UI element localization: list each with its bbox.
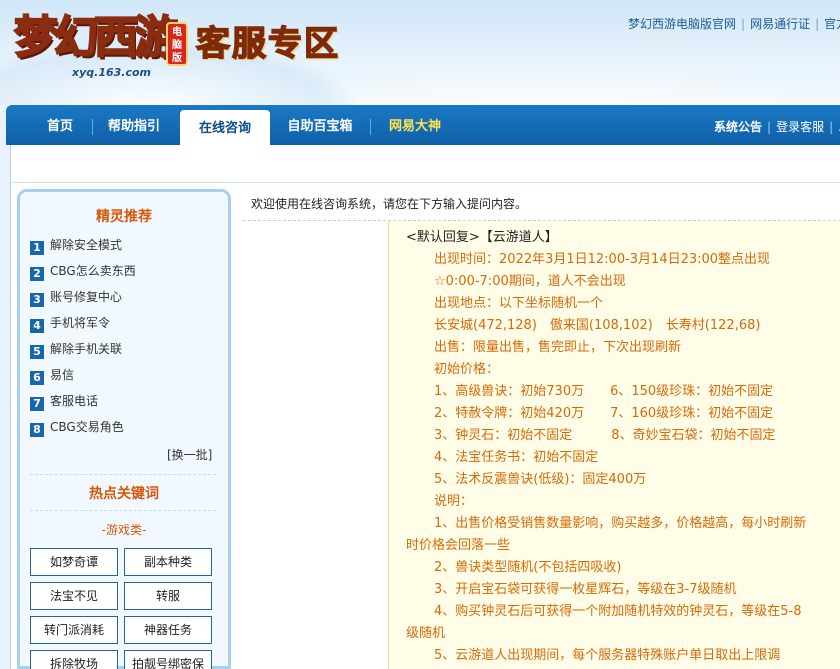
logo-url: xyq.163.com — [72, 66, 151, 79]
keyword-button[interactable]: 转服 — [124, 582, 212, 610]
recommend-item[interactable]: 8 CBG交易角色 — [30, 414, 228, 440]
top-links: 梦幻西游电脑版官网 | 网易通行证 | 官方 — [628, 15, 840, 32]
keyword-button[interactable]: 神器任务 — [124, 616, 212, 644]
nav-item-home[interactable]: 首页 — [28, 105, 92, 145]
logo-text: 梦幻西游 — [13, 11, 179, 64]
keyword-button[interactable]: 副本种类 — [124, 548, 212, 576]
recommend-item[interactable]: 2 CBG怎么卖东西 — [30, 258, 228, 284]
reply-line: 4、购买钟灵石后可获得一个附加随机特效的钟灵石，等级在5-8级随机 — [406, 604, 802, 641]
nav-divider — [92, 119, 93, 135]
recommend-item-label: 解除安全模式 — [50, 238, 123, 252]
header-cloud-decoration — [250, 60, 840, 105]
reply-line: 出现地点：以下坐标随机一个 — [434, 296, 604, 311]
game-logo[interactable]: 梦幻西游 电脑版 xyq.163.com — [13, 8, 190, 79]
recommend-item[interactable]: 5 解除手机关联 — [30, 336, 228, 362]
item-number: 1 — [30, 241, 44, 255]
recommend-title: 精灵推荐 — [96, 209, 152, 225]
recommend-item-label: 易信 — [50, 368, 75, 382]
top-link-official-site[interactable]: 梦幻西游电脑版官网 — [628, 17, 736, 31]
item-number: 8 — [30, 423, 44, 437]
reply-line: 5、云游道人出现期间，每个服务器特殊账户单日取出上限调 — [434, 648, 781, 663]
welcome-text: 欢迎使用在线咨询系统，请您在下方输入提问内容。 — [251, 197, 528, 211]
recommend-item-label: 解除手机关联 — [50, 342, 123, 356]
keyword-button[interactable]: 转门派消耗 — [30, 616, 118, 644]
keyword-button[interactable]: 拆除牧场 — [30, 650, 118, 669]
refresh-link[interactable]: [换一批] — [167, 446, 212, 463]
reply-line: 3、开启宝石袋可获得一枚星辉石，等级在3-7级随机 — [434, 582, 737, 597]
sidebar: 精灵推荐 1 解除安全模式 2 CBG怎么卖东西 3 账号修复中心 4 手机将军令 5解… — [17, 189, 231, 669]
keyword-button[interactable]: 法宝不见 — [30, 582, 118, 610]
nav-item-self-service[interactable]: 自助百宝箱 — [278, 105, 362, 145]
item-number: 4 — [30, 319, 44, 333]
recommend-item-label: 客服电话 — [50, 394, 99, 408]
reply-line: 1、出售价格受销售数量影响，购买越多，价格越高，每小时刷新时价格会回落一些 — [406, 516, 807, 553]
top-link-separator: | — [741, 17, 746, 31]
recommend-item[interactable]: 1 解除安全模式 — [30, 232, 228, 258]
top-link-separator: | — [815, 17, 820, 31]
reply-line: 长安城(472,128) 傲来国(108,102) 长寿村(122,68) — [434, 318, 761, 333]
sidebar-divider — [30, 510, 216, 511]
nav-link-login[interactable]: 登录客服 — [776, 120, 824, 134]
reply-line: 出售：限量出售，售完即止，下次出现刷新 — [434, 340, 682, 355]
reply-line: 1、高级兽诀：初始730万 6、150级珍珠：初始不固定 — [434, 384, 774, 399]
recommend-list: 1 解除安全模式 2 CBG怎么卖东西 3 账号修复中心 4 手机将军令 5 解除手机关联… — [30, 232, 228, 440]
item-number: 7 — [30, 397, 44, 411]
item-number: 6 — [30, 371, 44, 385]
nav-separator: | — [767, 120, 772, 134]
reply-line: ☆0:00-7:00期间，道人不会出现 — [434, 274, 626, 289]
reply-line: 2、兽诀类型随机(不包括四吸收) — [434, 560, 622, 575]
reply-line: 出现时间：2022年3月1日12:00-3月14日23:00整点出现 — [434, 252, 771, 267]
item-number: 5 — [30, 345, 44, 359]
chat-area: <默认回复>【云游道人】 出现时间：2022年3月1日12:00-3月14日23… — [243, 221, 840, 669]
reply-line: 5、法术反震兽诀(低级)：固定400万 — [434, 472, 647, 487]
recommend-item-label: CBG交易角色 — [50, 420, 124, 434]
recommend-item[interactable]: 4 手机将军令 — [30, 310, 228, 336]
top-link-passport[interactable]: 网易通行证 — [750, 17, 810, 31]
nav-wrapper: 首页 帮助指引 在线咨询 自助百宝箱 网易大神 系统公告|登录客服|... — [0, 105, 840, 145]
nav-item-online-consult[interactable]: 在线咨询 — [180, 110, 270, 145]
recommend-item-label: 手机将军令 — [50, 316, 111, 330]
reply-head: <默认回复>【云游道人】 — [406, 230, 558, 245]
item-number: 3 — [30, 293, 44, 307]
keyword-button[interactable]: 如梦奇谭 — [30, 548, 118, 576]
item-number: 2 — [30, 267, 44, 281]
site-header: 梦幻西游 电脑版 xyq.163.com 客服专区 梦幻西游电脑版官网 | 网易通行… — [0, 0, 840, 105]
section-title: 客服专区 — [195, 23, 340, 65]
logo-pc-badge: 电脑版 — [166, 22, 188, 66]
reply-line: 2、特赦令牌：初始420万 7、160级珍珠：初始不固定 — [434, 406, 774, 421]
top-link-official[interactable]: 官方 — [824, 17, 840, 31]
keywords-category: -游戏类- — [101, 523, 147, 537]
keyword-button[interactable]: 拍靓号绑密保 — [124, 650, 212, 669]
reply-line: 4、法宝任务书：初始不固定 — [434, 450, 599, 465]
nav-item-netease-dashen[interactable]: 网易大神 — [378, 105, 452, 145]
nav-link-announcements[interactable]: 系统公告 — [714, 120, 762, 134]
recommend-item-label: CBG怎么卖东西 — [50, 264, 136, 278]
reply-bubble: <默认回复>【云游道人】 出现时间：2022年3月1日12:00-3月14日23… — [388, 221, 840, 669]
nav-divider — [370, 119, 371, 135]
nav-separator: | — [829, 120, 834, 134]
reply-line: 3、钟灵石：初始不固定 8、奇妙宝石袋：初始不固定 — [434, 428, 776, 443]
recommend-item[interactable]: 7 客服电话 — [30, 388, 228, 414]
content-frame: 精灵推荐 1 解除安全模式 2 CBG怎么卖东西 3 账号修复中心 4 手机将军令 5解… — [10, 145, 840, 669]
reply-line: 说明： — [434, 494, 474, 509]
recommend-item[interactable]: 6 易信 — [30, 362, 228, 388]
nav-right-links: 系统公告|登录客服|... — [714, 105, 840, 145]
main-nav: 首页 帮助指引 在线咨询 自助百宝箱 网易大神 系统公告|登录客服|... — [6, 105, 840, 145]
keywords-title: 热点关键词 — [89, 486, 159, 502]
nav-item-help[interactable]: 帮助指引 — [98, 105, 170, 145]
reply-line: 初始价格： — [434, 362, 500, 377]
recommend-item[interactable]: 3 账号修复中心 — [30, 284, 228, 310]
sidebar-divider — [30, 474, 216, 475]
recommend-item-label: 账号修复中心 — [50, 290, 123, 304]
top-strip — [11, 145, 840, 183]
